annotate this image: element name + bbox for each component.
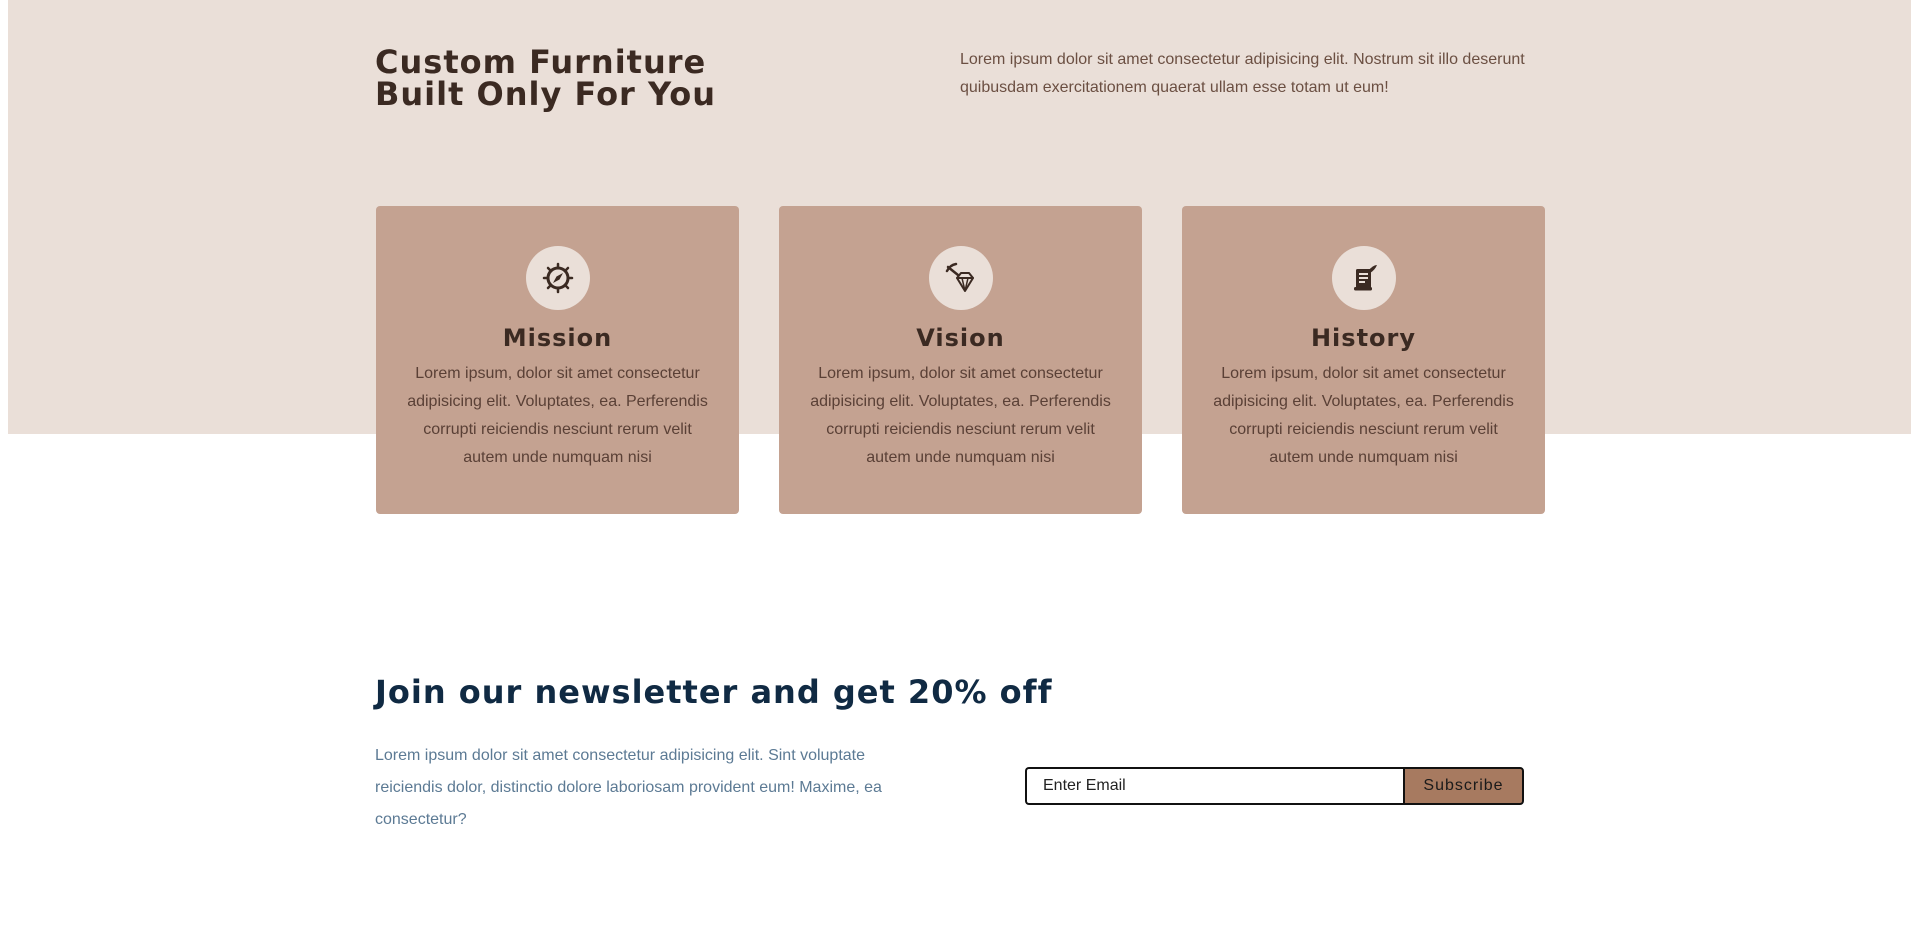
diamond-icon — [945, 262, 974, 292]
mission-icon-circle — [525, 246, 590, 310]
vision-icon-circle — [928, 246, 993, 310]
mission-card: Mission Lorem ipsum, dolor sit amet cons… — [376, 206, 739, 514]
vision-text: Lorem ipsum, dolor sit amet consectetur … — [810, 365, 1111, 466]
about-title-line-1: Custom Furniture — [375, 43, 707, 81]
about-title: Custom Furniture Built Only For You — [375, 46, 716, 110]
history-card: History Lorem ipsum, dolor sit amet cons… — [1182, 206, 1545, 514]
mission-text: Lorem ipsum, dolor sit amet consectetur … — [407, 365, 708, 466]
email-input[interactable] — [1025, 767, 1403, 805]
document-scroll-icon — [1353, 265, 1377, 291]
history-icon-circle — [1331, 246, 1396, 310]
history-title: History — [1310, 324, 1417, 352]
vision-title: Vision — [916, 324, 1005, 352]
about-description: Lorem ipsum dolor sit amet consectetur a… — [960, 51, 1525, 96]
about-title-line-2: Built Only For You — [375, 75, 716, 113]
newsletter-title: Join our newsletter and get 20% off — [375, 673, 1053, 711]
vision-card: Vision Lorem ipsum, dolor sit amet conse… — [779, 206, 1142, 514]
newsletter-form: Subscribe — [1025, 767, 1524, 805]
mission-title: Mission — [502, 324, 613, 352]
compass-icon — [542, 262, 573, 294]
subscribe-button[interactable]: Subscribe — [1403, 767, 1524, 805]
history-text: Lorem ipsum, dolor sit amet consectetur … — [1213, 365, 1514, 466]
newsletter-description: Lorem ipsum dolor sit amet consectetur a… — [375, 747, 882, 828]
